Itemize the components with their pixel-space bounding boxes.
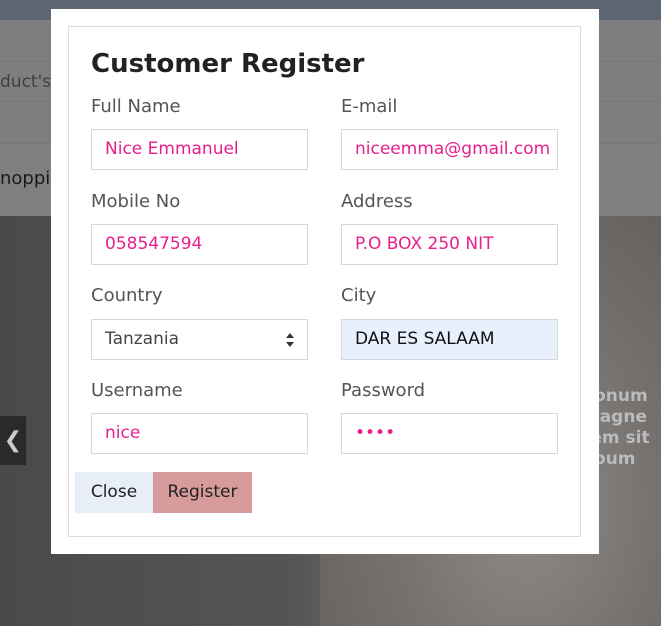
email-label: E-mail xyxy=(341,96,398,117)
country-label: Country xyxy=(91,285,163,306)
register-button[interactable]: Register xyxy=(153,472,252,513)
mobile-input[interactable]: 058547594 xyxy=(91,224,308,265)
address-label: Address xyxy=(341,191,413,212)
password-label: Password xyxy=(341,380,426,401)
username-label: Username xyxy=(91,380,183,401)
close-button[interactable]: Close xyxy=(75,472,153,513)
email-input[interactable]: niceemma@gmail.com xyxy=(341,129,558,170)
full-name-label: Full Name xyxy=(91,96,181,117)
country-select-value: Tanzania xyxy=(105,329,180,349)
background-nav-text: duct's xyxy=(0,72,52,92)
carousel-prev-button[interactable]: ❮ xyxy=(0,416,26,465)
mobile-label: Mobile No xyxy=(91,191,181,212)
city-label: City xyxy=(341,285,377,306)
password-input[interactable]: •••• xyxy=(341,413,558,454)
sort-caret-icon xyxy=(286,333,294,347)
address-input[interactable]: P.O BOX 250 NIT xyxy=(341,224,558,265)
full-name-input[interactable]: Nice Emmanuel xyxy=(91,129,308,170)
city-input[interactable]: DAR ES SALAAM xyxy=(341,319,558,360)
chevron-left-icon: ❮ xyxy=(3,428,23,453)
register-modal: Customer Register Full Name Nice Emmanue… xyxy=(51,9,599,554)
username-input[interactable]: nice xyxy=(91,413,308,454)
country-select[interactable]: Tanzania xyxy=(91,319,308,360)
modal-title: Customer Register xyxy=(91,49,365,79)
